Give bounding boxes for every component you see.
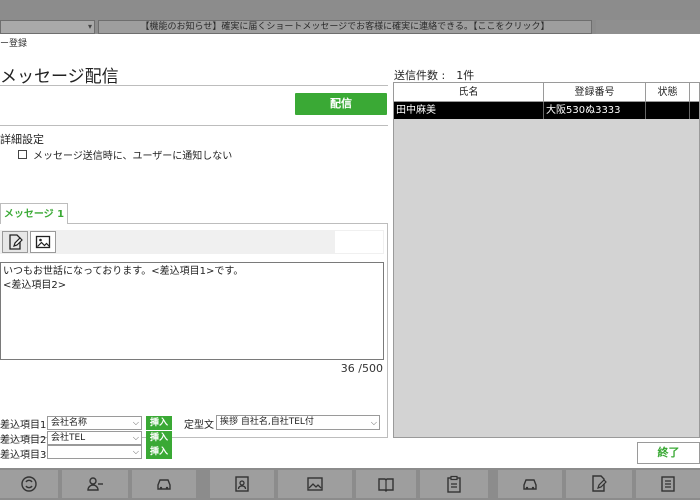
message-panel: いつもお世話になっております。<差込項目1>です。 <差込項目2> 36 /50… xyxy=(0,224,388,461)
cell-number: 大阪530ぬ3333 xyxy=(544,102,646,119)
bottom-button-users xyxy=(62,470,128,498)
toolbar-blank-field xyxy=(335,231,383,253)
insert-image-button[interactable] xyxy=(30,231,56,253)
insert-field-1-value: 会社名称 xyxy=(51,418,88,428)
insert-field-3-button[interactable]: 挿入 xyxy=(146,445,172,459)
users-icon xyxy=(87,477,103,491)
send-button[interactable]: 配信 xyxy=(295,93,387,115)
character-counter: 36 /500 xyxy=(340,362,383,375)
cell-name: 田中麻美 xyxy=(394,102,544,119)
text-edit-button[interactable] xyxy=(2,231,28,253)
book-icon xyxy=(378,478,394,492)
bottom-button-list xyxy=(636,470,700,498)
bottom-button-sync xyxy=(0,470,58,498)
close-button[interactable]: 終了 xyxy=(637,442,700,464)
recipient-table: 氏名 登録番号 状態 田中麻美 大阪530ぬ3333 xyxy=(393,82,700,438)
document-edit-icon xyxy=(9,234,23,250)
insert-field-3-select[interactable]: ⌵ xyxy=(47,445,142,459)
table-row[interactable]: 田中麻美 大阪530ぬ3333 xyxy=(394,102,699,119)
notify-option[interactable]: メッセージ送信時に、ユーザーに通知しない xyxy=(18,147,232,162)
image-gallery-icon xyxy=(307,477,323,491)
background-dropdown: ▾ xyxy=(0,20,95,34)
chevron-down-icon: ⌵ xyxy=(132,418,139,427)
advanced-settings-label: 詳細設定 xyxy=(0,133,44,146)
bottom-button-clipboard xyxy=(420,470,488,498)
list-icon xyxy=(661,476,675,492)
dialog-title: ー登録 xyxy=(0,39,28,49)
message-textarea[interactable]: いつもお世話になっております。<差込項目1>です。 <差込項目2> xyxy=(0,262,384,360)
document-edit-icon xyxy=(592,475,607,492)
recipient-count: 送信件数 : 1件 xyxy=(394,69,475,82)
contact-icon xyxy=(235,476,249,492)
column-header-status[interactable]: 状態 xyxy=(646,83,690,102)
car-icon xyxy=(157,479,171,490)
insert-field-3-label: 差込項目3 xyxy=(0,450,47,461)
notify-checkbox[interactable] xyxy=(18,150,27,159)
title-divider xyxy=(0,85,388,86)
image-icon xyxy=(35,235,51,249)
editor-toolbar xyxy=(0,230,384,254)
background-top-bar: ▾ 【機能のお知らせ】確実に届くショートメッセージでお客様に確実に連絡できる。【… xyxy=(0,0,700,34)
section-divider xyxy=(0,125,388,126)
bottom-button-car xyxy=(132,470,196,498)
bottom-button-book xyxy=(356,470,416,498)
table-header: 氏名 登録番号 状態 xyxy=(394,83,699,102)
sync-icon xyxy=(21,476,37,492)
insert-field-1-select[interactable]: 会社名称 ⌵ xyxy=(47,416,142,430)
tab-message-1[interactable]: メッセージ 1 xyxy=(0,203,68,224)
template-label: 定型文 xyxy=(184,420,214,431)
chevron-down-icon: ⌵ xyxy=(370,418,377,427)
bottom-button-document-edit xyxy=(566,470,632,498)
notify-checkbox-label: メッセージ送信時に、ユーザーに通知しない xyxy=(33,151,233,162)
cell-status xyxy=(646,102,690,119)
bottom-button-gallery xyxy=(278,470,352,498)
background-top-right xyxy=(596,20,700,34)
background-bottom-bar xyxy=(0,468,700,500)
column-header-name[interactable]: 氏名 xyxy=(394,83,544,102)
column-header-number[interactable]: 登録番号 xyxy=(544,83,646,102)
insert-field-2-button[interactable]: 挿入 xyxy=(146,431,172,445)
message-dialog: ー登録 メッセージ配信 配信 詳細設定 メッセージ送信時に、ユーザーに通知しない… xyxy=(0,34,700,468)
template-select[interactable]: 挨拶 自社名,自社TEL付 ⌵ xyxy=(216,415,380,430)
announcement-banner: 【機能のお知らせ】確実に届くショートメッセージでお客様に確実に連絡できる。【ここ… xyxy=(98,20,592,34)
insert-field-2-label: 差込項目2 xyxy=(0,435,47,446)
clipboard-icon xyxy=(447,475,461,493)
bottom-button-car-2 xyxy=(498,470,562,498)
chevron-down-icon: ⌵ xyxy=(132,447,139,456)
insert-field-2-select[interactable]: 会社TEL ⌵ xyxy=(47,431,142,445)
insert-field-1-label: 差込項目1 xyxy=(0,420,47,431)
insert-field-2-value: 会社TEL xyxy=(51,433,86,443)
car-icon xyxy=(523,479,537,490)
insert-field-1-button[interactable]: 挿入 xyxy=(146,416,172,430)
chevron-down-icon: ⌵ xyxy=(132,433,139,442)
template-value: 挨拶 自社名,自社TEL付 xyxy=(220,417,314,427)
page-title: メッセージ配信 xyxy=(0,67,119,87)
bottom-button-contact xyxy=(210,470,274,498)
